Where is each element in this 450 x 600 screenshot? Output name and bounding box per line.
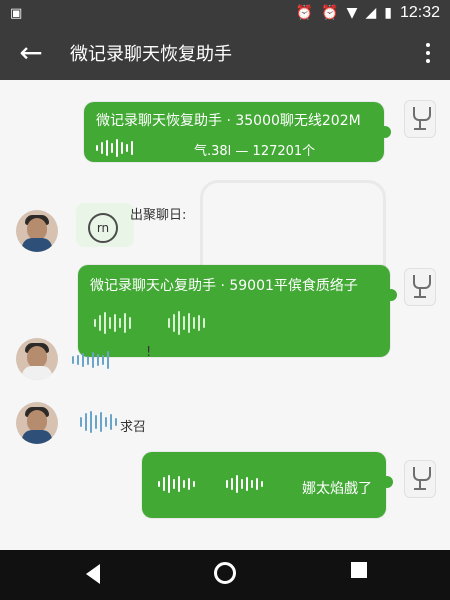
nav-back-icon[interactable] bbox=[86, 564, 100, 584]
app-bar: ← 微记录聊天恢复助手 bbox=[0, 28, 450, 80]
waveform-icon bbox=[94, 311, 131, 335]
wine-glass-icon-2 bbox=[404, 268, 436, 306]
battery-icon: ▮ bbox=[384, 5, 392, 21]
back-arrow-icon[interactable]: ← bbox=[14, 36, 48, 70]
message-3-line1: 微记录聊天心复助手 · 59001平傧食质络子 bbox=[90, 278, 358, 294]
waveform-icon bbox=[80, 410, 117, 434]
message-1-line2: 气.38l — 127201个 bbox=[194, 144, 316, 159]
status-bar: ▣ ⏰ ⏰ ▼ ◢ ▮ 12:32 bbox=[0, 0, 450, 28]
waveform-icon-2 bbox=[226, 472, 263, 496]
message-5-text: 求召 bbox=[120, 420, 147, 435]
wine-glass-icon-3 bbox=[404, 460, 436, 498]
nav-recents-icon[interactable] bbox=[351, 562, 367, 578]
status-time: 12:32 bbox=[399, 4, 440, 21]
chat-area[interactable]: 微记录聊天恢复助手 · 35000聊无线202M 气.38l — 127201个… bbox=[0, 80, 450, 550]
message-bubble-1[interactable]: 微记录聊天恢复助手 · 35000聊无线202M 气.38l — 127201个 bbox=[84, 102, 391, 162]
avatar[interactable] bbox=[16, 210, 58, 252]
signal-icon: ◢ bbox=[365, 5, 377, 21]
waveform-icon bbox=[96, 136, 133, 160]
waveform-icon bbox=[72, 348, 109, 372]
alarm-icon: ⏰ bbox=[295, 5, 314, 21]
waveform-icon bbox=[158, 472, 195, 496]
nav-home-icon[interactable] bbox=[214, 562, 236, 584]
avatar[interactable] bbox=[16, 338, 58, 380]
app-title: 微记录聊天恢复助手 bbox=[70, 44, 232, 65]
message-1-line1: 微记录聊天恢复助手 · 35000聊无线202M bbox=[96, 113, 361, 129]
rm-badge-icon: rn bbox=[76, 203, 134, 247]
waveform-icon-2 bbox=[168, 311, 205, 335]
avatar[interactable] bbox=[16, 402, 58, 444]
message-bubble-6[interactable]: 娜太焰戲了 bbox=[142, 452, 393, 518]
navigation-bar bbox=[0, 550, 450, 600]
message-bubble-3[interactable]: 微记录聊天心复助手 · 59001平傧食质络子 bbox=[78, 265, 397, 357]
more-options-icon[interactable] bbox=[418, 38, 438, 68]
image-icon: ▣ bbox=[10, 6, 23, 21]
wine-glass-icon bbox=[404, 100, 436, 138]
message-6-text: 娜太焰戲了 bbox=[302, 481, 372, 497]
wifi-icon: ▼ bbox=[346, 5, 358, 21]
message-4-text: ! bbox=[146, 345, 152, 360]
message-2-text: 出聚聊日: bbox=[130, 208, 187, 223]
alarm-icon-2: ⏰ bbox=[321, 5, 339, 21]
